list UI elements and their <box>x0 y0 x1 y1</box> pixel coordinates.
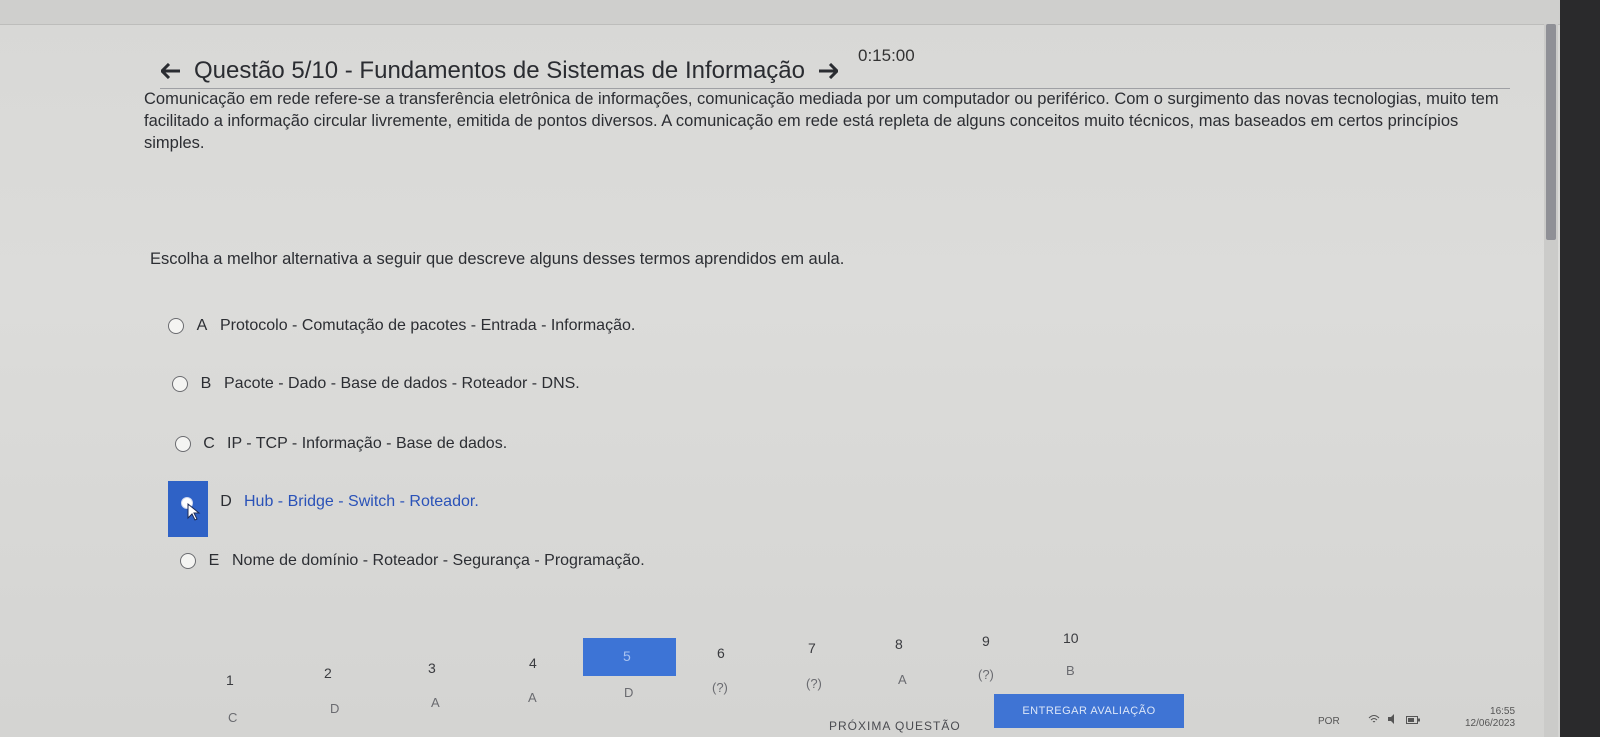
submit-exam-button[interactable]: ENTREGAR AVALIAÇÃO <box>994 694 1184 728</box>
question-number-9[interactable]: 9 <box>982 633 990 649</box>
battery-icon[interactable] <box>1406 716 1421 727</box>
option-b[interactable]: B Pacote - Dado - Base de dados - Rotead… <box>172 370 580 398</box>
option-letter: C <box>203 435 215 452</box>
question-number-6[interactable]: 6 <box>717 645 725 661</box>
next-question-arrow-icon[interactable] <box>817 60 839 82</box>
question-answer-4: A <box>528 690 537 705</box>
option-letter: B <box>200 375 212 392</box>
question-answer-3: A <box>431 695 440 710</box>
scrollbar-thumb[interactable] <box>1546 24 1556 240</box>
mouse-cursor-icon <box>181 497 201 521</box>
question-answer-7: (?) <box>806 676 822 691</box>
question-number-2[interactable]: 2 <box>324 665 332 681</box>
next-question-button[interactable]: PRÓXIMA QUESTÃO <box>829 719 961 733</box>
question-answer-8: A <box>898 672 907 687</box>
language-indicator[interactable]: POR <box>1318 716 1340 727</box>
option-letter: D <box>220 493 232 510</box>
question-answer-6: (?) <box>712 680 728 695</box>
question-header: Questão 5/10 - Fundamentos de Sistemas d… <box>160 54 1510 89</box>
question-number-10[interactable]: 10 <box>1063 630 1079 646</box>
question-number-5[interactable]: 5 <box>623 648 631 664</box>
question-prompt: Escolha a melhor alternativa a seguir qu… <box>150 250 845 268</box>
question-number-8[interactable]: 8 <box>895 636 903 652</box>
question-statement: Comunicação em rede refere-se a transfer… <box>144 90 1499 152</box>
radio-button[interactable] <box>168 318 184 334</box>
question-answer-9: (?) <box>978 667 994 682</box>
question-number-4[interactable]: 4 <box>529 655 537 671</box>
question-number-1[interactable]: 1 <box>226 672 234 688</box>
previous-question-arrow-icon[interactable] <box>160 60 182 82</box>
radio-button[interactable] <box>175 436 191 452</box>
taskbar-tray: POR <box>1318 714 1421 727</box>
question-answer-10: B <box>1066 663 1075 678</box>
option-d[interactable]: D Hub - Bridge - Switch - Roteador. <box>208 488 479 516</box>
option-text: IP - TCP - Informação - Base de dados. <box>227 435 508 452</box>
question-number-7[interactable]: 7 <box>808 640 816 656</box>
volume-icon[interactable] <box>1387 714 1402 727</box>
question-answer-2: D <box>330 701 340 716</box>
clock-date: 12/06/2023 <box>1465 718 1516 729</box>
option-a[interactable]: A Protocolo - Comutação de pacotes - Ent… <box>168 312 635 340</box>
option-text: Pacote - Dado - Base de dados - Roteador… <box>224 375 580 392</box>
monitor-bezel <box>1560 0 1600 737</box>
browser-top-edge <box>0 0 1600 25</box>
option-letter: A <box>196 317 208 334</box>
option-text: Hub - Bridge - Switch - Roteador. <box>244 493 479 510</box>
question-number-3[interactable]: 3 <box>428 660 436 676</box>
option-text: Protocolo - Comutação de pacotes - Entra… <box>220 317 636 334</box>
clock-time: 16:55 <box>1490 706 1516 717</box>
taskbar-clock[interactable]: 16:55 12/06/2023 <box>1465 706 1515 730</box>
option-text: Nome de domínio - Roteador - Segurança -… <box>232 552 645 569</box>
wifi-icon[interactable] <box>1368 715 1383 727</box>
option-letter: E <box>208 552 220 569</box>
vertical-scrollbar[interactable] <box>1544 24 1558 737</box>
option-c[interactable]: C IP - TCP - Informação - Base de dados. <box>175 430 507 458</box>
question-answer-5: D <box>624 685 634 700</box>
question-answer-1: C <box>228 710 238 725</box>
page-title: Questão 5/10 - Fundamentos de Sistemas d… <box>194 57 806 84</box>
radio-button[interactable] <box>172 376 188 392</box>
radio-button[interactable] <box>180 553 196 569</box>
option-e[interactable]: E Nome de domínio - Roteador - Segurança… <box>180 547 645 575</box>
